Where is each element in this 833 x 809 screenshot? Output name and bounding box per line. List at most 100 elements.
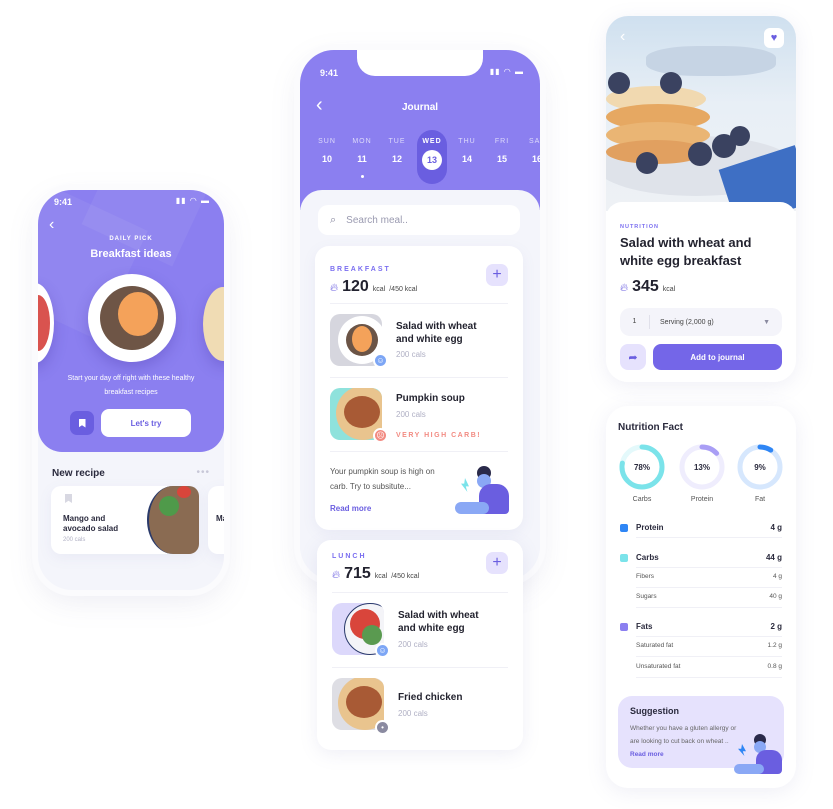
eyebrow: NUTRITION [620, 224, 659, 230]
divider [636, 636, 782, 637]
nutrient-name: Fibers [636, 573, 655, 580]
meal-label: BREAKFAST [330, 266, 391, 273]
happy-face-icon: ☺ [375, 643, 390, 658]
ring-label: Fat [754, 496, 766, 503]
day-mon[interactable]: MON 11 [347, 130, 377, 164]
bookmark-icon[interactable] [65, 494, 72, 503]
share-icon: ➦ [628, 351, 638, 364]
search-input[interactable]: ⌕ Search meal.. [318, 205, 520, 235]
nutrient-name: Saturated fat [636, 642, 674, 649]
meal-cals: 200 cals [396, 350, 426, 359]
status-icons: ▮▮ ◠ ▬ [489, 67, 524, 76]
meal-title: Salad with wheat and white egg breakfast [620, 235, 752, 268]
meal-detail-card: ‹ ♥ NUTRITION Salad with wheat and white… [606, 16, 796, 382]
day-wed[interactable]: WED 13 [417, 130, 447, 184]
sad-face-icon: ☹ [373, 428, 388, 443]
day-name: SAT [528, 138, 540, 145]
quantity-value[interactable]: 1 [620, 315, 650, 329]
nutrient-value: 2 g [770, 622, 782, 631]
chevron-down-icon: ▼ [763, 318, 770, 326]
serving-select[interactable]: 1 Serving (2,000 g) ▼ [620, 308, 782, 336]
back-icon[interactable]: ‹ [49, 216, 54, 234]
day-sun[interactable]: SUN 10 [312, 130, 342, 164]
add-to-journal-button[interactable]: Add to journal [653, 344, 782, 370]
detail-body: NUTRITION Salad with wheat and white egg… [606, 202, 796, 382]
happy-face-icon: ☺ [373, 353, 388, 368]
recipe-image [147, 486, 199, 554]
divider [636, 607, 782, 608]
ring-percent: 13% [694, 463, 710, 472]
phone-breakfast-ideas: 9:41 ▮▮ ◠ ▬ ‹ DAILY PICK Breakfast ideas… [38, 190, 224, 590]
share-button[interactable]: ➦ [620, 344, 646, 370]
content-area: ⌕ Search meal.. BREAKFAST 🔥︎ 120 kcal /4… [300, 190, 540, 580]
divider [330, 303, 508, 304]
more-dots-icon[interactable]: ••• [196, 467, 210, 478]
meal-name[interactable]: Pumpkin soup [396, 392, 496, 405]
nutrient-value: 1.2 g [767, 642, 782, 649]
week-strip: SUN 10 MON 11 TUE 12 WED 13 THU 14 FRI 15 SAT 16 [312, 130, 540, 186]
status-time: 9:41 [320, 68, 339, 78]
hero-panel: 9:41 ▮▮ ◠ ▬ ‹ DAILY PICK Breakfast ideas… [38, 190, 224, 452]
heart-icon: ♥ [770, 32, 778, 44]
day-tue[interactable]: TUE 12 [382, 130, 412, 164]
divider [636, 656, 782, 657]
carousel-item-center[interactable] [88, 274, 176, 362]
meal-kcal: 🔥︎ 120 kcal /450 kcal [330, 278, 417, 296]
event-dot [360, 175, 364, 178]
ring-percent: 78% [634, 463, 650, 472]
meal-name[interactable]: Salad with wheat and white egg [396, 320, 496, 346]
nutrient-value: 4 g [772, 573, 782, 580]
day-date: 10 [321, 154, 332, 164]
description: Start your day off right with these heal… [67, 375, 195, 396]
ring-protein: 13% [679, 444, 725, 490]
nutrient-name: Carbs [636, 553, 659, 562]
nutrition-row: Unsaturated fat 0.8 g [620, 663, 782, 670]
divider [330, 451, 508, 452]
favorite-button[interactable]: ♥ [764, 28, 784, 48]
nutrition-row: Protein 4 g [620, 523, 782, 532]
breakfast-card: BREAKFAST 🔥︎ 120 kcal /450 kcal + ☺ Sala… [315, 246, 523, 530]
color-swatch [620, 622, 628, 631]
day-fri[interactable]: FRI 15 [487, 130, 517, 164]
add-lunch-button[interactable]: + [486, 552, 508, 574]
divider [636, 537, 782, 538]
recipe-card[interactable]: Mango and avocado salad 200 cals [51, 486, 199, 554]
person-illustration [455, 466, 511, 518]
divider [332, 592, 508, 593]
meal-name[interactable]: Salad with wheat and white egg [398, 609, 498, 635]
meal-cals: 200 cals [396, 410, 426, 419]
bookmark-button[interactable] [70, 411, 94, 435]
suggestion-text: Whether you have a gluten allergy or are… [630, 722, 742, 761]
meal-name[interactable]: Fried chicken [398, 691, 498, 704]
divider [332, 667, 508, 668]
search-icon: ⌕ [330, 213, 337, 226]
color-swatch [620, 553, 628, 562]
add-breakfast-button[interactable]: + [486, 264, 508, 286]
flame-icon: 🔥︎ [620, 282, 629, 294]
nutrition-card: Nutrition Fact 78% Carbs 13% Protein 9% Fat P… [606, 406, 796, 788]
kcal-goal: /450 kcal [391, 573, 420, 580]
meal-cals: 200 cals [398, 709, 428, 718]
divider [636, 567, 782, 568]
day-date: 12 [391, 154, 402, 164]
read-more-link[interactable]: Read more [330, 504, 371, 513]
day-thu[interactable]: THU 14 [452, 130, 482, 164]
card-title: Nutrition Fact [618, 422, 683, 433]
day-sat[interactable]: SAT 16 [522, 130, 540, 164]
day-date: 15 [496, 154, 507, 164]
kcal-unit: kcal [662, 286, 676, 293]
recipe-name: Ma av [216, 514, 224, 523]
neutral-face-icon: • [375, 720, 390, 735]
meal-kcal: 🔥︎ 345 kcal [620, 278, 675, 296]
nutrition-row: Fibers 4 g [620, 573, 782, 580]
nutrition-row: Sugars 40 g [620, 593, 782, 600]
recipe-card[interactable]: Ma av [208, 486, 224, 554]
back-icon[interactable]: ‹ [620, 28, 625, 46]
kcal-value: 345 [632, 278, 659, 295]
carousel-item-right[interactable] [203, 287, 224, 361]
lets-try-button[interactable]: Let's try [101, 409, 191, 437]
read-more-link[interactable]: Read more [630, 751, 664, 758]
phone-journal: 9:41 ▮▮ ◠ ▬ ‹ Journal SUN 10 MON 11 TUE 12 WED… [300, 50, 540, 580]
nutrient-name: Protein [636, 523, 664, 532]
kcal-unit: kcal [372, 286, 386, 293]
